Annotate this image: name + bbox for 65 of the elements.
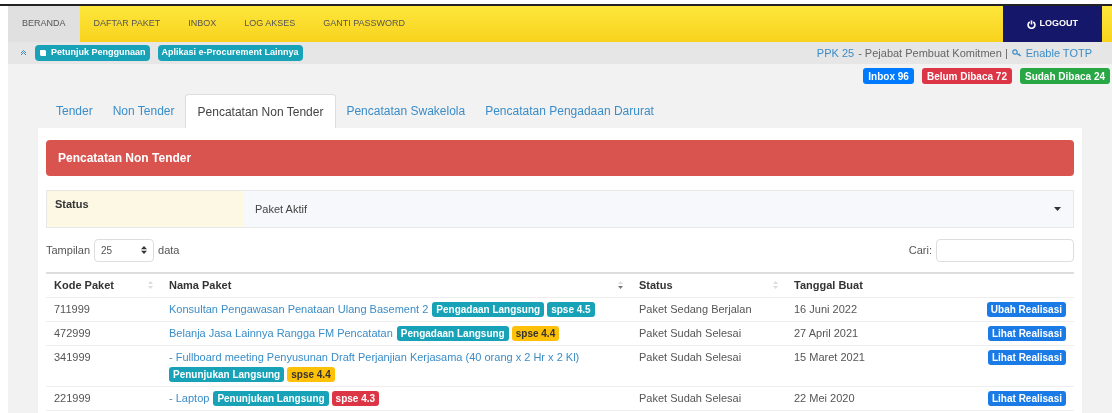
sort-icon — [148, 280, 153, 291]
book-icon — [39, 49, 47, 57]
tab[interactable]: Pencatatan Non Tender — [184, 94, 337, 128]
tag: Pengadaan Langsung — [432, 301, 545, 317]
tab[interactable]: Pencatatan Pengadaan Darurat — [475, 94, 664, 128]
help-link[interactable]: Petunjuk Penggunaan — [35, 45, 150, 61]
column-header[interactable]: Nama Paket — [169, 277, 232, 294]
key-icon — [1011, 49, 1022, 57]
logout-button[interactable]: LOGOUT — [1002, 6, 1102, 42]
table-cell: Paket Sedang Berjalan — [639, 302, 752, 315]
realization-button[interactable]: Lihat Realisasi — [987, 325, 1066, 341]
table-cell: 472999 — [54, 326, 91, 339]
column-header[interactable]: Kode Paket — [54, 277, 114, 294]
tag: Penunjukan Langsung — [213, 390, 329, 406]
table-cell: 22 Mei 2020 — [794, 391, 855, 404]
table-cell: 221999 — [54, 391, 91, 404]
panel-header: Pencatatan Non Tender — [46, 140, 1074, 176]
tag: Penunjukan Langsung — [169, 366, 285, 382]
user-role: - Pejabat Pembuat Komitmen | — [858, 45, 1008, 61]
column-header[interactable]: Status — [639, 277, 673, 294]
tag: spse 4.4 — [511, 325, 560, 341]
table-cell: Paket Sudah Selesai — [639, 326, 742, 339]
sort-icon — [773, 280, 778, 291]
totp-link[interactable]: Enable TOTP — [1011, 44, 1092, 62]
page-size-select[interactable]: 25 — [94, 238, 155, 262]
package-link[interactable]: - Fullboard meeting Penyusunan Draft Perjanjian Kerjasama (40 orang x 2 Hr x 2 Kl) — [169, 350, 580, 363]
table-cell: 27 April 2021 — [794, 326, 859, 339]
table-cell: 341999 — [54, 350, 91, 363]
table-cell: 711999 — [54, 302, 90, 315]
tag: spse 4.3 — [331, 390, 380, 406]
package-link[interactable]: - Laptop — [169, 391, 210, 404]
show-suffix: data — [158, 242, 180, 258]
tab[interactable]: Pencatatan Swakelola — [336, 94, 476, 128]
search-label: Cari: — [908, 242, 932, 258]
realization-button[interactable]: Lihat Realisasi — [987, 349, 1066, 365]
tab[interactable]: Non Tender — [102, 94, 185, 128]
realization-button[interactable]: Lihat Realisasi — [987, 390, 1066, 406]
search-field[interactable] — [936, 238, 1074, 262]
nav-item[interactable]: GANTI PASSWORD — [309, 6, 420, 42]
spinner-icon — [141, 246, 148, 254]
tag: Pengadaan Langsung — [396, 325, 509, 341]
count-badge[interactable]: Belum Dibaca 72 — [921, 68, 1012, 84]
tag: spse 4.4 — [287, 366, 335, 382]
table-cell: 16 Juni 2022 — [794, 302, 857, 315]
help-link[interactable]: Aplikasi e-Procurement Lainnya — [157, 45, 303, 61]
count-badge[interactable]: Inbox 96 — [863, 68, 914, 84]
show-label: Tampilan — [46, 242, 91, 258]
power-icon — [1026, 19, 1036, 29]
collapse-icon[interactable] — [20, 50, 27, 56]
user-code-link[interactable]: PPK 25 — [816, 44, 855, 62]
table-cell: Paket Sudah Selesai — [639, 391, 742, 404]
column-header[interactable]: Tanggal Buat — [794, 277, 863, 294]
table-cell: Paket Sudah Selesai — [639, 350, 742, 363]
table-cell: 15 Maret 2021 — [794, 350, 865, 363]
nav-item[interactable]: LOG AKSES — [230, 6, 310, 42]
nav-item[interactable]: INBOX — [174, 6, 231, 42]
package-link[interactable]: Belanja Jasa Lainnya Rangga FM Pencatatan — [169, 326, 393, 339]
sort-icon — [618, 280, 623, 291]
tab[interactable]: Tender — [46, 94, 103, 128]
nav-item[interactable]: BERANDA — [8, 6, 80, 42]
tag: spse 4.5 — [547, 301, 595, 317]
count-badge[interactable]: Sudah Dibaca 24 — [1019, 68, 1110, 84]
package-link[interactable]: Konsultan Pengawasan Penataan Ulang Basement 2 — [169, 302, 429, 315]
realization-button[interactable]: Ubah Realisasi — [986, 301, 1066, 317]
nav-item[interactable]: DAFTAR PAKET — [79, 6, 175, 42]
